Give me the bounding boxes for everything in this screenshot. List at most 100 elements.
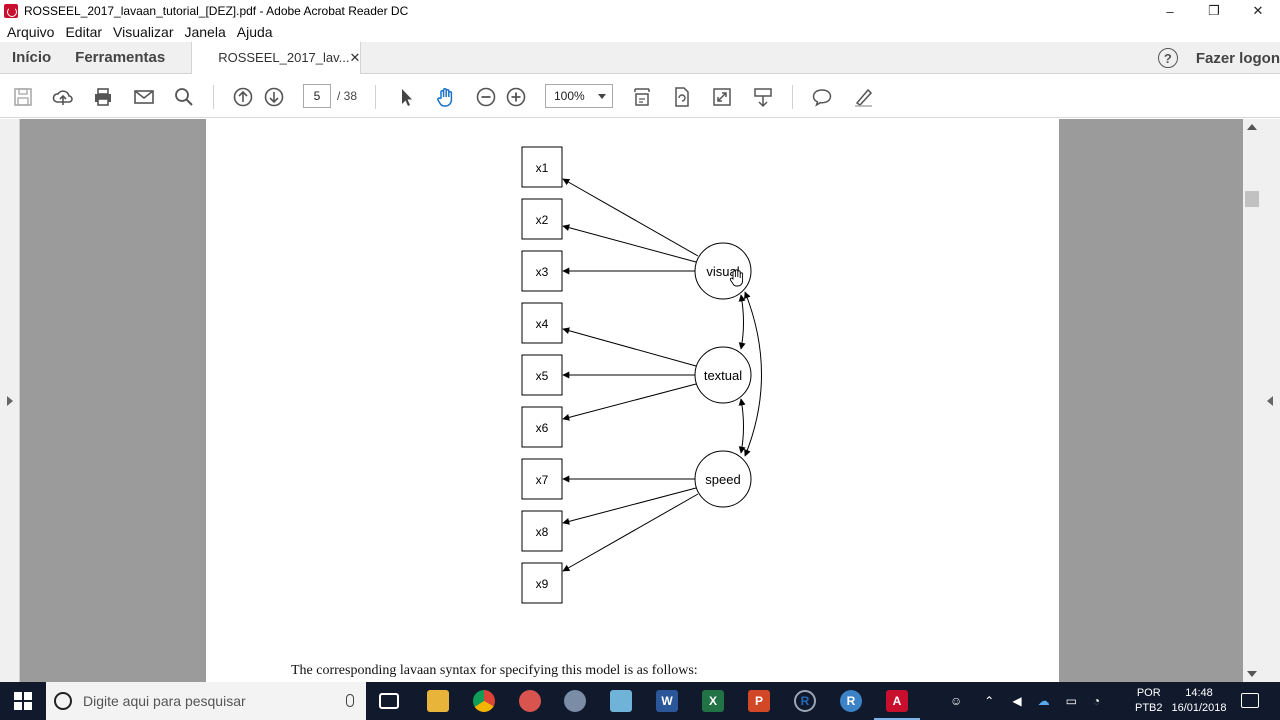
fullscreen-icon[interactable] [710, 85, 734, 109]
search-icon[interactable] [172, 85, 196, 109]
taskbar-search[interactable]: Digite aqui para pesquisar [46, 682, 366, 720]
menu-arquivo[interactable]: Arquivo [7, 24, 54, 40]
select-cursor-icon[interactable] [394, 85, 418, 109]
window-controls: – ❐ ✕ [1148, 0, 1280, 22]
chrome-icon[interactable] [473, 690, 495, 712]
title-bar: ROSSEEL_2017_lavaan_tutorial_[DEZ].pdf -… [0, 0, 1280, 22]
menu-janela[interactable]: Janela [184, 24, 225, 40]
action-center-icon[interactable] [1241, 693, 1259, 708]
task-view-icon[interactable] [379, 693, 399, 709]
indicator-x7: x7 [521, 458, 563, 500]
windows-start-button[interactable] [0, 682, 46, 720]
right-panel-toggle[interactable] [1261, 119, 1280, 682]
indicator-x4: x4 [521, 302, 563, 344]
app-icon-2[interactable] [564, 690, 586, 712]
sem-path-diagram: x1 x2 x3 x4 x5 x6 x7 x8 x9 visual textua… [521, 146, 762, 604]
highlight-pen-icon[interactable] [851, 85, 875, 109]
svg-text:x6: x6 [536, 421, 549, 435]
loading-arrow [562, 383, 697, 421]
search-placeholder: Digite aqui para pesquisar [83, 693, 246, 709]
chevron-up-icon[interactable]: ⌃ [984, 694, 994, 708]
indicator-x9: x9 [521, 562, 563, 604]
scroll-up-icon[interactable] [1247, 124, 1257, 130]
pdf-page: x1 x2 x3 x4 x5 x6 x7 x8 x9 visual textua… [206, 119, 1059, 682]
tab-ferramentas[interactable]: Ferramentas [63, 42, 177, 74]
svg-text:x8: x8 [536, 525, 549, 539]
svg-text:x5: x5 [536, 369, 549, 383]
restore-button[interactable]: ❐ [1192, 0, 1236, 22]
upload-icon[interactable] [51, 85, 75, 109]
app-icon-3[interactable] [610, 690, 632, 712]
hand-icon[interactable] [434, 85, 458, 109]
toolbar [0, 75, 1280, 118]
acrobat-icon[interactable]: A [874, 690, 920, 720]
menu-ajuda[interactable]: Ajuda [237, 24, 273, 40]
expand-right-icon [7, 396, 13, 406]
zoom-out-icon[interactable] [474, 85, 498, 109]
onedrive-icon[interactable]: ☁ [1038, 694, 1050, 708]
close-window-button[interactable]: ✕ [1236, 0, 1280, 22]
wifi-icon[interactable]: ◔ [1093, 694, 1100, 708]
windows-logo-icon [14, 692, 32, 710]
help-icon[interactable]: ? [1157, 48, 1178, 68]
r-icon[interactable]: R [794, 690, 816, 712]
scroll-down-icon[interactable] [1247, 671, 1257, 677]
svg-text:x7: x7 [536, 473, 549, 487]
page-down-icon[interactable] [262, 85, 286, 109]
expand-left-icon [1267, 396, 1273, 406]
left-panel-toggle[interactable] [0, 119, 20, 682]
system-clock[interactable]: 14:48 16/01/2018 [1166, 686, 1232, 716]
svg-text:x2: x2 [536, 213, 549, 227]
scroll-thumb[interactable] [1245, 191, 1259, 207]
acrobat-logo-icon [4, 4, 18, 18]
system-tray: ☺ ⌃ ◀ ☁ ▭ ◔ [950, 682, 1100, 720]
print-icon[interactable] [91, 85, 115, 109]
clock-date: 16/01/2018 [1171, 702, 1227, 714]
indicator-x8: x8 [521, 510, 563, 552]
login-button[interactable]: Fazer logon [1196, 50, 1280, 67]
fit-page-icon[interactable] [630, 85, 654, 109]
menu-editar[interactable]: Editar [65, 24, 102, 40]
zoom-select[interactable]: 100% [545, 84, 613, 108]
zoom-value: 100% [554, 89, 585, 103]
scroll-mode-icon[interactable] [751, 85, 775, 109]
file-explorer-icon[interactable] [427, 690, 449, 712]
page-number-input[interactable]: 5 [303, 84, 331, 108]
windows-taskbar: Digite aqui para pesquisar W X P R R A ☺… [0, 682, 1280, 720]
tab-document[interactable]: ROSSEEL_2017_lav... ✕ [191, 41, 362, 74]
powerpoint-icon[interactable]: P [748, 690, 770, 712]
people-icon[interactable]: ☺ [950, 694, 962, 708]
language-indicator[interactable]: POR PTB2 [1135, 686, 1163, 716]
word-icon[interactable]: W [656, 690, 678, 712]
email-icon[interactable] [132, 85, 156, 109]
indicator-x5: x5 [521, 354, 563, 396]
indicator-x2: x2 [521, 198, 563, 240]
chevron-down-icon [598, 94, 606, 99]
document-tab-label: ROSSEEL_2017_lav... [218, 50, 350, 65]
battery-icon[interactable]: ▭ [1066, 694, 1077, 708]
toolbar-separator [792, 85, 793, 109]
vertical-scrollbar[interactable] [1243, 119, 1261, 682]
close-tab-icon[interactable]: ✕ [350, 50, 361, 66]
svg-text:x9: x9 [536, 577, 549, 591]
save-icon[interactable] [11, 85, 35, 109]
page-total: / 38 [337, 89, 358, 103]
app-icon-1[interactable] [519, 690, 541, 712]
rotate-icon[interactable] [670, 85, 694, 109]
cortana-icon [54, 692, 72, 710]
page-up-icon[interactable] [231, 85, 255, 109]
volume-icon[interactable]: ◀ [1012, 694, 1021, 708]
microphone-icon[interactable] [346, 694, 354, 707]
minimize-button[interactable]: – [1148, 0, 1192, 22]
rstudio-icon[interactable]: R [840, 690, 862, 712]
svg-text:x3: x3 [536, 265, 549, 279]
zoom-in-icon[interactable] [504, 85, 528, 109]
indicator-x6: x6 [521, 406, 563, 448]
excel-icon[interactable]: X [702, 690, 724, 712]
svg-text:x1: x1 [536, 161, 549, 175]
covariance-arrow [738, 398, 746, 454]
menu-visualizar[interactable]: Visualizar [113, 24, 173, 40]
comment-icon[interactable] [810, 85, 834, 109]
tab-inicio[interactable]: Início [0, 42, 63, 74]
menu-bar: Arquivo Editar Visualizar Janela Ajuda [0, 22, 1280, 42]
